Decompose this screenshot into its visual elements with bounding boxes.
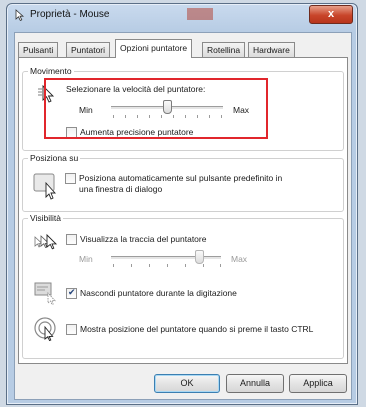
pointer-trails-slider-thumb[interactable] <box>195 250 204 264</box>
cancel-button[interactable]: Annulla <box>226 374 284 393</box>
ok-button[interactable]: OK <box>154 374 220 393</box>
hide-while-typing-label: Nascondi puntatore durante la digitazion… <box>80 288 237 298</box>
snap-to-default-icon <box>33 173 57 200</box>
group-visibility: Visibilità Visualizza la traccia del pun… <box>22 213 344 359</box>
window-title: Proprietà - Mouse <box>30 9 110 20</box>
trails-slider-ticks <box>113 264 221 267</box>
hide-while-typing-checkbox[interactable] <box>66 287 77 299</box>
group-visibility-legend: Visibilità <box>28 213 64 223</box>
snap-to-default-checkbox[interactable] <box>65 173 76 184</box>
dialog-client-area: Pulsanti Puntatori Opzioni puntatore Rot… <box>14 32 352 400</box>
title-bar[interactable]: Proprietà - Mouse x <box>7 4 357 26</box>
pointer-trails-slider-track[interactable] <box>111 256 221 260</box>
tab-rotellina[interactable]: Rotellina <box>202 42 246 57</box>
snap-to-default-label-line1: Posiziona automaticamente sul pulsante p… <box>79 173 283 183</box>
show-location-ctrl-checkbox[interactable] <box>66 324 77 335</box>
mouse-properties-window: Proprietà - Mouse x Pulsanti Puntatori O… <box>6 3 358 405</box>
pointer-trails-label: Visualizza la traccia del puntatore <box>80 234 207 244</box>
tab-opzioni-puntatore[interactable]: Opzioni puntatore <box>115 39 193 58</box>
hide-while-typing-icon <box>34 282 56 306</box>
highlight-box <box>44 78 268 139</box>
background-window-blur <box>187 8 213 20</box>
trails-min-label: Min <box>79 254 93 264</box>
tab-puntatori[interactable]: Puntatori <box>66 42 111 57</box>
pointer-trails-checkbox[interactable] <box>66 234 77 245</box>
group-snap-legend: Posiziona su <box>28 153 81 163</box>
show-location-ctrl-label: Mostra posizione del puntatore quando si… <box>80 324 314 334</box>
tab-page-opzioni-puntatore: Movimento Selezionare la velocità del pu… <box>18 57 348 364</box>
pointer-trails-icon <box>34 233 58 250</box>
tab-pulsanti[interactable]: Pulsanti <box>18 42 59 57</box>
show-location-ctrl-icon <box>34 317 56 342</box>
trails-max-label: Max <box>231 254 248 264</box>
group-snap-to: Posiziona su Posiziona automaticamente s… <box>22 153 344 212</box>
close-button[interactable]: x <box>309 5 353 24</box>
snap-to-default-label-line2: una finestra di dialogo <box>79 184 163 194</box>
tab-hardware[interactable]: Hardware <box>248 42 295 57</box>
group-movement-legend: Movimento <box>28 66 74 76</box>
apply-button[interactable]: Applica <box>289 374 347 393</box>
mouse-cursor-icon <box>15 9 25 22</box>
